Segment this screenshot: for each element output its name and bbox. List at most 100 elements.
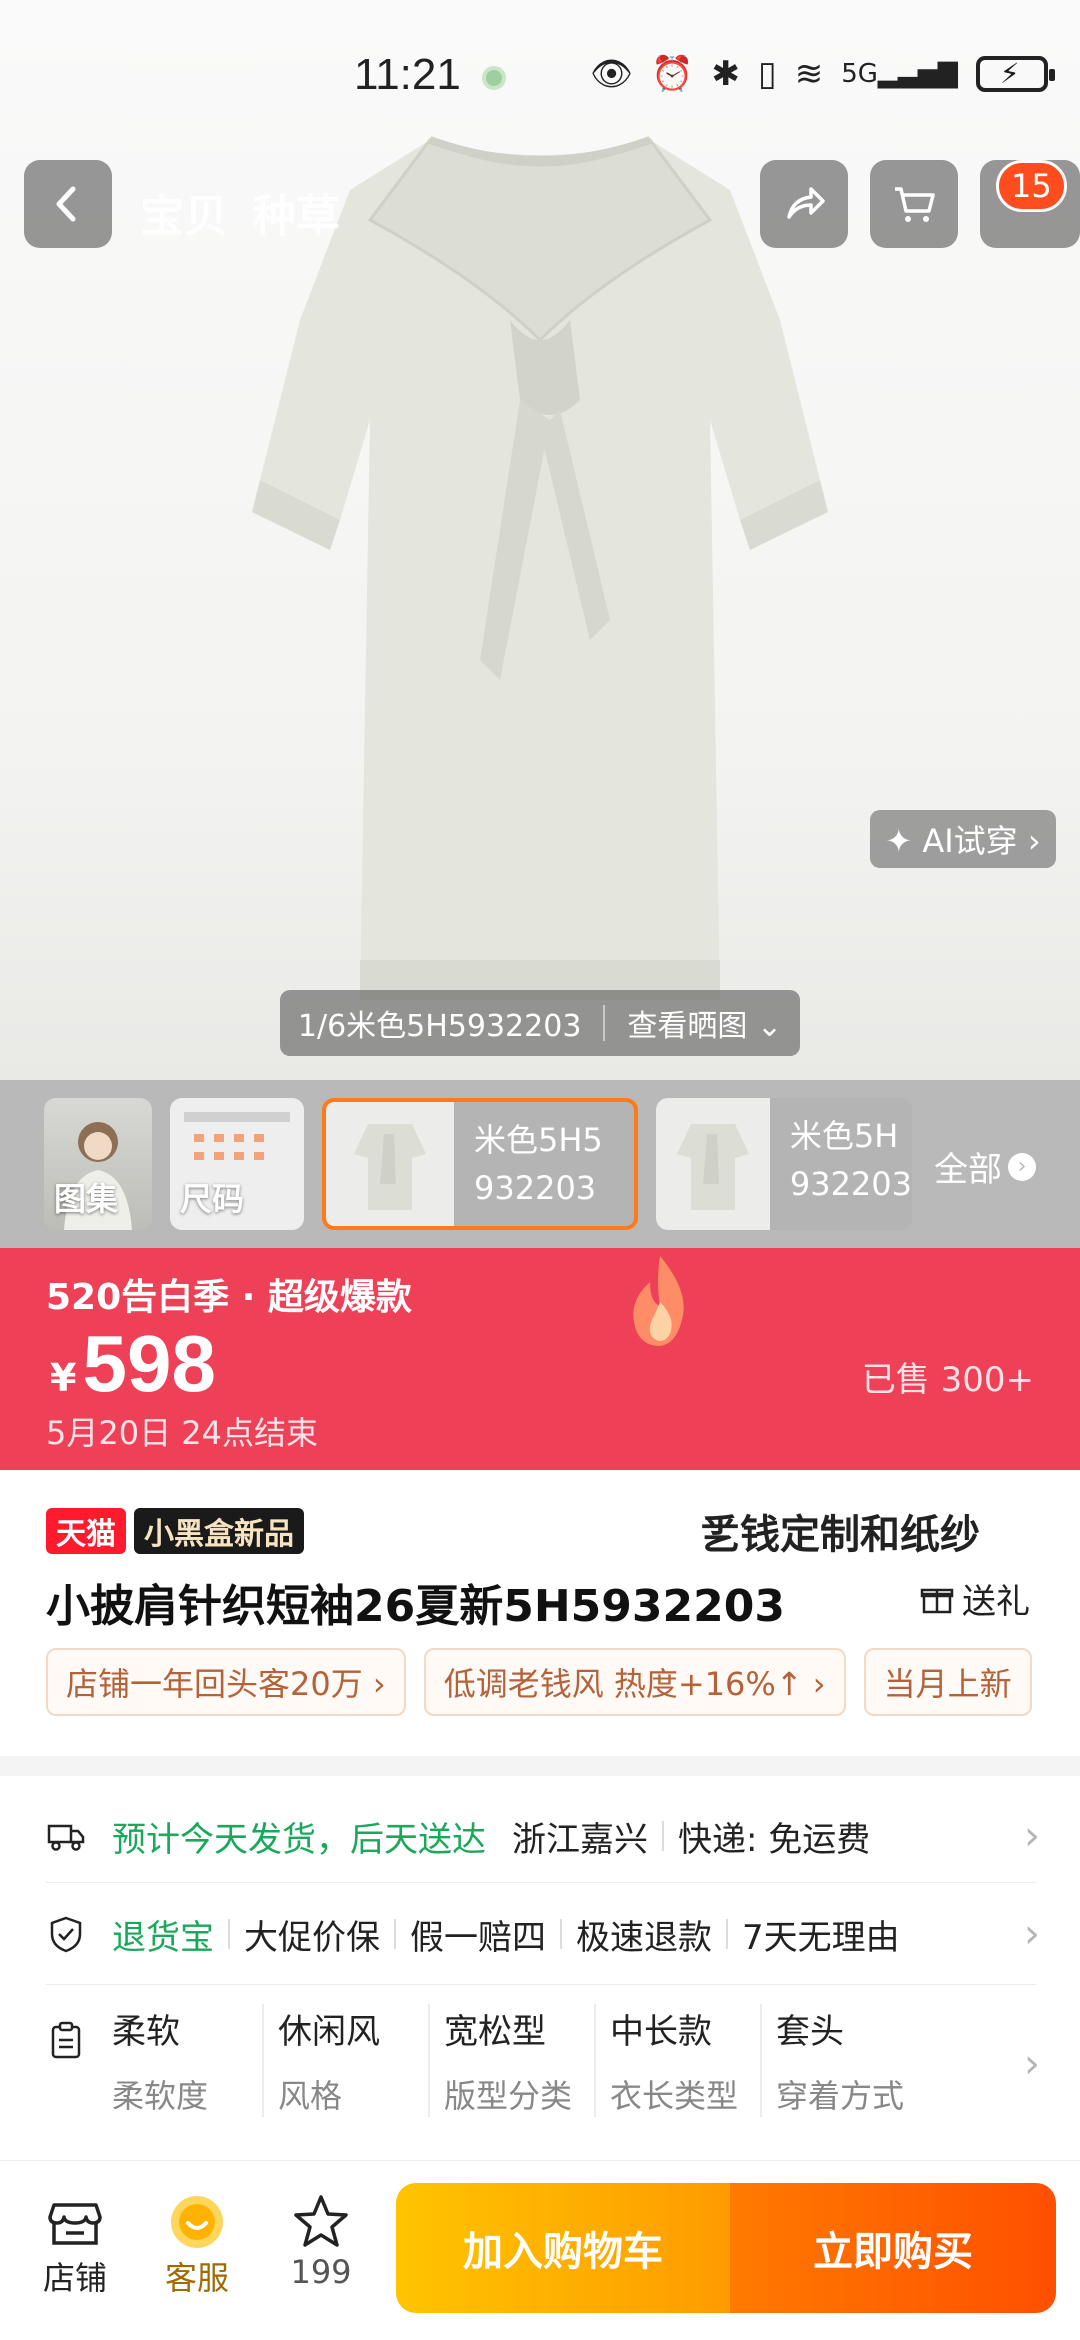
tab-product[interactable]: 宝贝 xyxy=(140,180,228,244)
highlight-chips: 店铺一年回头客20万 › 低调老钱风 热度+16%↑ › 当月上新 xyxy=(46,1648,1032,1716)
star-icon xyxy=(294,2195,348,2247)
promo-banner: 520告白季 · 超级爆款 ¥ 598 已售 300+ 5月20日 24点结束 xyxy=(0,1248,1080,1470)
attribute-item: 套头 穿着方式 xyxy=(776,2004,928,2117)
attribute-key: 版型分类 xyxy=(444,2077,573,2115)
divider xyxy=(603,1005,606,1041)
gift-button[interactable]: 送礼 xyxy=(920,1574,1030,1623)
store-label: 店铺 xyxy=(42,2259,107,2297)
divider xyxy=(726,1919,728,1949)
guarantee-row[interactable]: 退货宝 大促价保 假一赔四 极速退款 7天无理由 › xyxy=(0,1904,1080,1964)
all-variants-label: 全部 xyxy=(934,1150,1002,1190)
status-bar: 11:21 👁 ⏰ ✱ ▯ ≋ 5G▂▃▅▇ ⚡ xyxy=(0,0,1080,150)
brand-slogan: 乯钱定制和纸纱 xyxy=(700,1511,980,1558)
favorite-button[interactable]: 199 xyxy=(276,2191,366,2291)
cart-count-badge: 15 xyxy=(996,160,1067,212)
chevron-right-icon: › xyxy=(1024,1813,1040,1859)
promo-end-time: 5月20日 24点结束 xyxy=(46,1414,318,1452)
chip-repeat-customers[interactable]: 店铺一年回头客20万 › xyxy=(46,1648,406,1716)
customer-service-button[interactable]: 客服 xyxy=(152,2191,242,2299)
gift-icon xyxy=(920,1588,954,1613)
customer-service-label: 客服 xyxy=(164,2259,229,2297)
image-counter: 1/6米色5H5932203 查看晒图 ⌄ xyxy=(280,990,800,1056)
divider xyxy=(662,1821,664,1851)
product-title: 小披肩针织短袖26夏新5H5932203 xyxy=(46,1581,785,1632)
chip-new-this-month[interactable]: 当月上新 xyxy=(863,1648,1032,1716)
attribute-key: 穿着方式 xyxy=(776,2077,905,2115)
thumb-gallery-label: 图集 xyxy=(54,1180,119,1218)
favorites-count: 199 xyxy=(290,2253,352,2291)
price: ¥ 598 xyxy=(50,1318,216,1410)
variant-name-line2: 932203 xyxy=(474,1169,597,1207)
price-value: 598 xyxy=(82,1319,216,1408)
cart-button[interactable] xyxy=(870,160,958,248)
divider xyxy=(394,1919,396,1949)
share-icon xyxy=(787,187,825,219)
delivery-truck-icon xyxy=(47,1824,85,1851)
attribute-item: 中长款 衣长类型 xyxy=(610,2004,762,2117)
shipping-fee: 快递: 免运费 xyxy=(678,1819,871,1860)
chip-style-trend[interactable]: 低调老钱风 热度+16%↑ › xyxy=(423,1648,846,1716)
chevron-right-icon: › xyxy=(1008,1152,1036,1181)
attribute-value: 休闲风 xyxy=(278,2012,380,2052)
thumb-size-label: 尺码 xyxy=(180,1180,245,1218)
bluetooth-icon: ✱ xyxy=(711,54,741,94)
shield-check-icon xyxy=(50,1916,82,1953)
variant-option-2[interactable]: 米色5H 932203 xyxy=(656,1098,912,1230)
attribute-key: 柔软度 xyxy=(112,2077,209,2115)
guarantee-item-4: 7天无理由 xyxy=(742,1917,900,1958)
add-to-cart-button[interactable]: 加入购物车 xyxy=(396,2183,730,2313)
chevron-left-icon xyxy=(56,186,76,222)
variant-name-line2: 932203 xyxy=(789,1165,912,1203)
section-divider xyxy=(0,1756,1080,1776)
status-time: 11:21 xyxy=(354,50,461,99)
variant-image xyxy=(326,1102,454,1226)
product-info: 天猫 小黑盒新品 乯钱定制和纸纱 小披肩针织短袖26夏新5H5932203 送礼… xyxy=(0,1470,1080,1770)
view-reviews-button[interactable]: 查看晒图 ⌄ xyxy=(627,1001,782,1045)
nav-tabs: 宝贝 种草 xyxy=(140,180,340,244)
clipboard-icon xyxy=(51,2021,81,2059)
variant-name-line1: 米色5H5 xyxy=(474,1121,603,1159)
shipping-origin: 浙江嘉兴 xyxy=(512,1819,648,1860)
attribute-value: 套头 xyxy=(776,2012,844,2052)
thumb-gallery[interactable]: 图集 xyxy=(44,1098,152,1230)
buy-now-button[interactable]: 立即购买 xyxy=(730,2183,1056,2313)
product-gallery[interactable]: 11:21 👁 ⏰ ✱ ▯ ≋ 5G▂▃▅▇ ⚡ 宝贝 种草 15 ✦ AI试穿… xyxy=(0,0,1080,1080)
attribute-value: 宽松型 xyxy=(444,2012,546,2052)
bottom-action-bar: 店铺 客服 199 加入购物车 立即购买 xyxy=(0,2160,1080,2340)
all-variants-button[interactable]: 全部 › xyxy=(934,1142,1036,1191)
ai-tryon-button[interactable]: ✦ AI试穿 › xyxy=(870,810,1056,868)
promo-title: 520告白季 · 超级爆款 xyxy=(46,1277,412,1318)
status-icons: 👁 ⏰ ✱ ▯ ≋ 5G▂▃▅▇ ⚡ xyxy=(590,54,1055,94)
service-info: 预计今天发货，后天送达 浙江嘉兴 快递: 免运费 › 退货宝 大促价保 假一赔四… xyxy=(0,1776,1080,2176)
shipping-eta: 预计今天发货，后天送达 xyxy=(112,1819,486,1860)
attribute-item: 柔软 柔软度 xyxy=(112,2004,264,2117)
cart-icon xyxy=(895,187,935,222)
divider xyxy=(46,1882,1036,1883)
store-icon xyxy=(48,2203,102,2245)
back-button[interactable] xyxy=(24,160,112,248)
variant-image xyxy=(656,1098,770,1230)
eye-icon: 👁 xyxy=(590,54,634,94)
attribute-key: 风格 xyxy=(278,2077,343,2115)
attribute-item: 休闲风 风格 xyxy=(278,2004,430,2117)
share-button[interactable] xyxy=(760,160,848,248)
flame-icon xyxy=(633,1256,684,1346)
guarantee-item-3: 极速退款 xyxy=(576,1917,712,1958)
thumbnail-strip: 图集 尺码 米色5H5 932203 米色5H 932203 全部 › xyxy=(0,1080,1080,1248)
store-button[interactable]: 店铺 xyxy=(30,2191,120,2299)
attributes-row[interactable]: 柔软 柔软度 休闲风 风格 宽松型 版型分类 中长款 衣长类型 套头 穿着方式 … xyxy=(0,2004,1080,2124)
attribute-value: 柔软 xyxy=(112,2012,180,2052)
blackbox-tag: 小黑盒新品 xyxy=(134,1508,304,1554)
alarm-icon: ⏰ xyxy=(651,54,694,94)
divider xyxy=(228,1919,230,1949)
sold-count: 已售 300+ xyxy=(861,1360,1034,1400)
vibrate-icon: ▯ xyxy=(758,54,777,94)
thumb-size-chart[interactable]: 尺码 xyxy=(170,1098,304,1230)
variant-option-1[interactable]: 米色5H5 932203 xyxy=(322,1098,638,1230)
shipping-row[interactable]: 预计今天发货，后天送达 浙江嘉兴 快递: 免运费 › xyxy=(0,1806,1080,1866)
return-insurance: 退货宝 xyxy=(112,1917,214,1958)
attribute-key: 衣长类型 xyxy=(610,2077,739,2115)
currency-symbol: ¥ xyxy=(50,1356,77,1400)
gift-label: 送礼 xyxy=(962,1582,1030,1622)
tab-recommend[interactable]: 种草 xyxy=(252,180,340,244)
